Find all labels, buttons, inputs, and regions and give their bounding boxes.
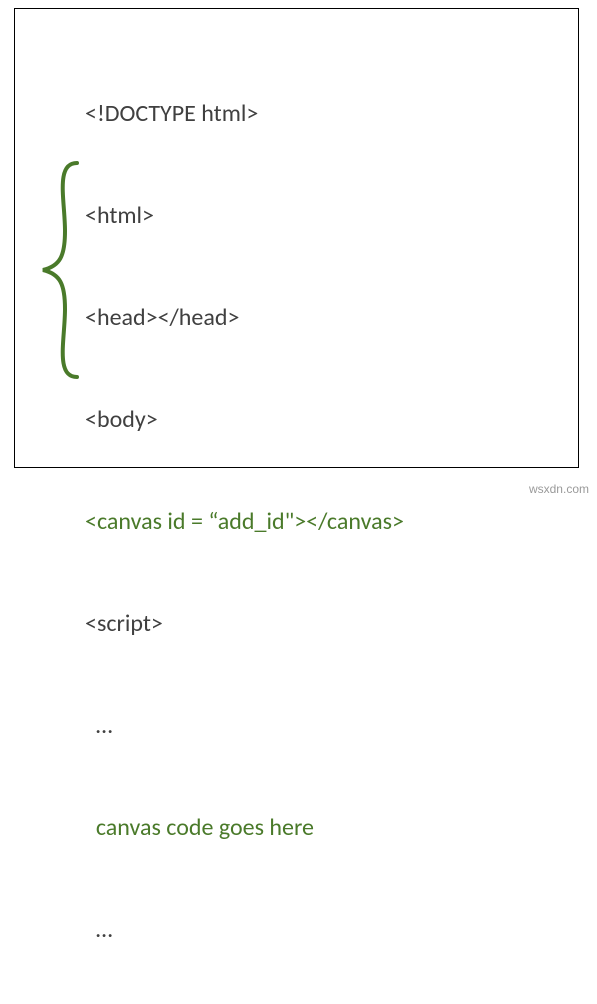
code-line-6: <script> (85, 607, 404, 641)
code-line-2: <html> (85, 199, 404, 233)
code-line-8: canvas code goes here (85, 811, 404, 845)
code-line-7: … (85, 709, 404, 743)
code-block: <!DOCTYPE html> <html> <head></head> <bo… (85, 29, 404, 1004)
code-frame: <!DOCTYPE html> <html> <head></head> <bo… (14, 8, 579, 468)
code-line-5: <canvas id = “add_id"></canvas> (85, 505, 404, 539)
code-line-4: <body> (85, 403, 404, 437)
code-line-1: <!DOCTYPE html> (85, 97, 404, 131)
code-line-9: … (85, 913, 404, 947)
watermark-text: wsxdn.com (529, 482, 589, 496)
curly-brace-icon (35, 161, 85, 379)
code-line-3: <head></head> (85, 301, 404, 335)
